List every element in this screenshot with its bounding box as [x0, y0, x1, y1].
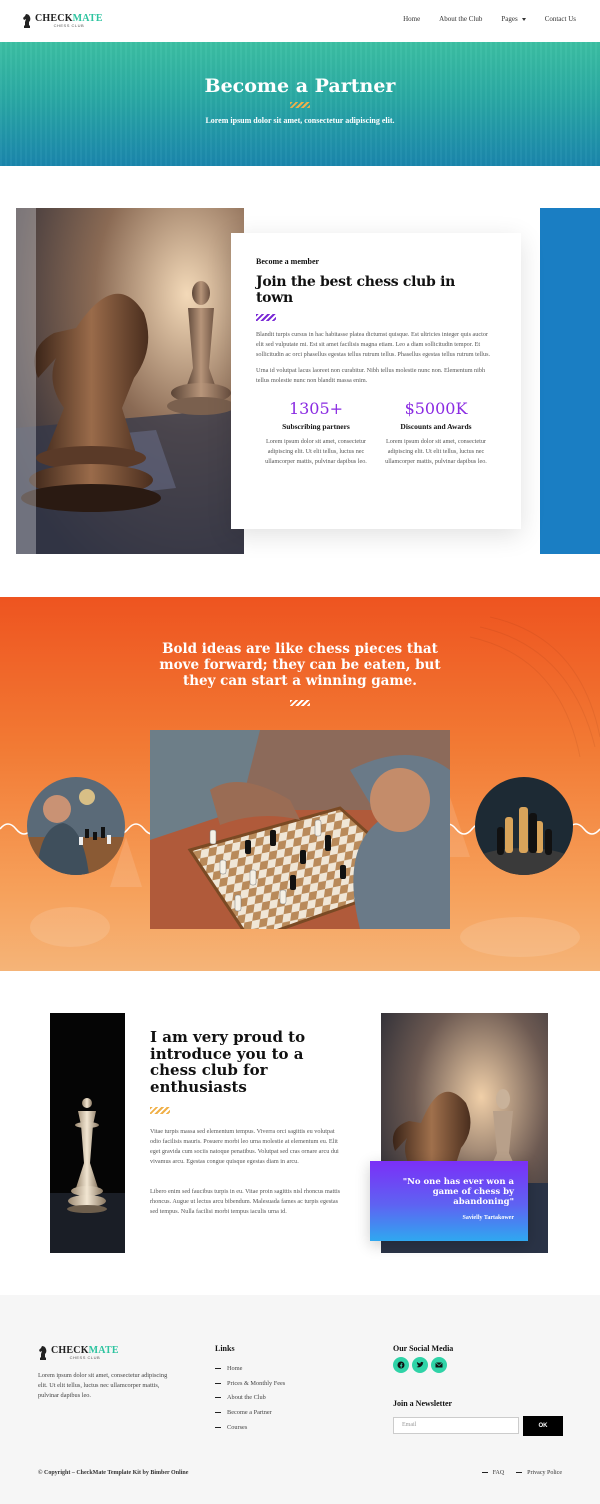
quote-section: Bold ideas are like chess pieces that mo… — [0, 597, 600, 971]
footer-link-home[interactable]: Home — [215, 1361, 285, 1376]
footer-social-title: Our Social Media — [393, 1344, 454, 1353]
faq-link[interactable]: FAQ — [482, 1470, 505, 1476]
twitter-icon[interactable] — [412, 1357, 428, 1373]
hero-subtitle: Lorem ipsum dolor sit amet, consectetur … — [205, 116, 395, 125]
testimonial-quote-card: "No one has ever won a game of chess by … — [370, 1161, 528, 1241]
membership-title: Join the best chess club in town — [256, 274, 456, 306]
footer-about-text: Lorem ipsum dolor sit amet, consectetur … — [38, 1372, 168, 1399]
logo[interactable]: CHECKMATE CHESS CLUB — [22, 11, 103, 31]
footer-link-courses[interactable]: Courses — [215, 1420, 285, 1435]
nav-contact[interactable]: Contact Us — [545, 15, 576, 23]
facebook-icon[interactable] — [393, 1357, 409, 1373]
intro-paragraph-2: Libero enim sed faucibus turpis in eu. V… — [150, 1188, 341, 1215]
hero-title: Become a Partner — [204, 75, 396, 97]
player-thinking-photo — [27, 777, 125, 875]
social-icons — [393, 1357, 447, 1373]
divider-stripes — [256, 314, 276, 321]
stat-description: Lorem ipsum dolor sit amet, consectetur … — [265, 438, 367, 465]
footer-bottom-links: FAQ Privacy Police — [482, 1470, 562, 1476]
quote-heading: Bold ideas are like chess pieces that mo… — [159, 641, 441, 689]
main-menu: Home About the Club Pages Contact Us — [403, 15, 576, 23]
site-footer: CHECKMATE CHESS CLUB Lorem ipsum dolor s… — [0, 1295, 600, 1504]
testimonial-author: Savielly Tartakower — [462, 1215, 514, 1221]
intro-paragraph-1: Vitae turpis massa sed elementum tempus.… — [150, 1128, 339, 1165]
newsletter-email-input[interactable]: Email — [393, 1417, 519, 1434]
brand-tagline: CHESS CLUB — [69, 1355, 101, 1360]
knight-chess-photo — [16, 208, 244, 554]
membership-paragraph-2: Urna id volutpat lacus laoreet non curab… — [256, 367, 486, 384]
queen-piece-photo — [50, 1013, 125, 1253]
intro-title: I am very proud to introduce you to a ch… — [150, 1028, 306, 1096]
divider-stripes — [290, 700, 310, 706]
footer-logo[interactable]: CHECKMATE CHESS CLUB — [38, 1345, 119, 1361]
stat-label: Discounts and Awards — [400, 422, 472, 431]
divider-stripes — [290, 102, 310, 108]
stat-label: Subscribing partners — [282, 422, 350, 431]
nav-pages[interactable]: Pages — [501, 15, 526, 23]
membership-card: Become a member Join the best chess club… — [231, 233, 521, 529]
chess-pieces-photo — [475, 777, 573, 875]
footer-links-title: Links — [215, 1344, 235, 1353]
nav-pages-label: Pages — [501, 15, 518, 23]
footer-link-partner[interactable]: Become a Partner — [215, 1405, 285, 1420]
footer-link-about[interactable]: About the Club — [215, 1390, 285, 1405]
stat-description: Lorem ipsum dolor sit amet, consectetur … — [385, 438, 487, 465]
brand-tagline: CHESS CLUB — [53, 23, 85, 28]
newsletter-submit-button[interactable]: OK — [523, 1416, 563, 1436]
chess-game-photo — [150, 730, 450, 929]
nav-about[interactable]: About the Club — [439, 15, 482, 23]
blue-accent-bar — [540, 208, 600, 554]
footer-links-list: Home Prices & Monthly Fees About the Clu… — [215, 1361, 285, 1434]
stat-partners: 1305+ Subscribing partners Lorem ipsum d… — [256, 399, 376, 467]
testimonial-quote-text: "No one has ever won a game of chess by … — [402, 1177, 514, 1207]
membership-paragraph-1: Blandit turpis cursus in hac habitasse p… — [256, 331, 491, 358]
stat-awards: $5000K Discounts and Awards Lorem ipsum … — [376, 399, 496, 467]
stat-number: 1305+ — [288, 399, 344, 418]
newsletter-title: Join a Newsletter — [393, 1399, 453, 1408]
caret-down-icon — [521, 17, 526, 21]
stats-row: 1305+ Subscribing partners Lorem ipsum d… — [256, 399, 496, 467]
membership-kicker: Become a member — [256, 257, 320, 266]
divider-stripes — [150, 1107, 170, 1114]
footer-link-prices[interactable]: Prices & Monthly Fees — [215, 1376, 285, 1391]
privacy-link[interactable]: Privacy Police — [516, 1470, 562, 1476]
copyright-text: © Copyright – CheckMate Template Kit by … — [38, 1470, 189, 1476]
top-nav: CHECKMATE CHESS CLUB Home About the Club… — [0, 0, 600, 42]
nav-home[interactable]: Home — [403, 15, 420, 23]
page: CHECKMATE CHESS CLUB Home About the Club… — [0, 0, 600, 1504]
stat-number: $5000K — [404, 399, 468, 418]
knight-logo-icon — [39, 1346, 47, 1360]
email-icon[interactable] — [431, 1357, 447, 1373]
knight-logo-icon — [23, 14, 31, 28]
hero-banner: Become a Partner Lorem ipsum dolor sit a… — [0, 42, 600, 166]
